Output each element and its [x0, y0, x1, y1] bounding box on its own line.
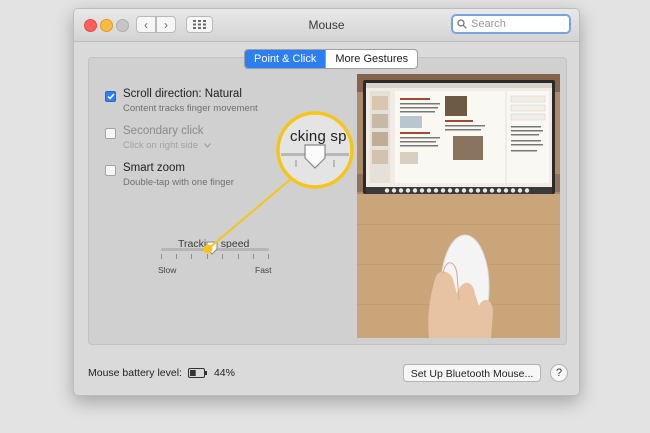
tab-bar: Point & Click More Gestures [244, 49, 419, 69]
settings-panel: Scroll direction: Natural Content tracks… [88, 57, 567, 345]
battery-status: Mouse battery level: 44% [88, 367, 235, 379]
tab-point-and-click[interactable]: Point & Click [245, 50, 326, 68]
tracking-speed-knob[interactable] [206, 241, 218, 255]
title-bar: ‹ › Mouse Search [74, 9, 579, 42]
chevron-down-icon [203, 143, 211, 148]
battery-value: 44% [213, 367, 235, 379]
scroll-direction-label: Scroll direction: Natural [123, 88, 242, 100]
slow-label: Slow [158, 265, 177, 275]
setup-bluetooth-mouse-button[interactable]: Set Up Bluetooth Mouse... [403, 364, 541, 382]
search-field[interactable]: Search [451, 14, 571, 34]
smart-zoom-desc: Double-tap with one finger [123, 177, 234, 188]
tab-more-gestures[interactable]: More Gestures [325, 50, 417, 68]
checkmark-icon [106, 93, 115, 100]
gesture-preview-video [357, 74, 560, 338]
fast-label: Fast [255, 265, 272, 275]
mouse-preferences-window: ‹ › Mouse Search Scroll direction: Natur… [73, 8, 580, 396]
help-button[interactable]: ? [550, 364, 568, 382]
secondary-click-desc[interactable]: Click on right side [123, 140, 211, 151]
scroll-direction-desc: Content tracks finger movement [123, 103, 258, 114]
zoomed-tracking-text: cking sp [290, 128, 347, 145]
scroll-direction-checkbox[interactable] [105, 91, 116, 102]
secondary-click-desc-text: Click on right side [123, 140, 198, 151]
secondary-click-checkbox[interactable] [105, 128, 116, 139]
smart-zoom-label: Smart zoom [123, 162, 185, 174]
secondary-click-label: Secondary click [123, 125, 204, 137]
smart-zoom-checkbox[interactable] [105, 165, 116, 176]
battery-icon [187, 368, 207, 378]
preview-image [357, 74, 560, 338]
search-placeholder: Search [471, 18, 506, 30]
search-icon [457, 19, 467, 29]
battery-label: Mouse battery level: [88, 367, 182, 379]
